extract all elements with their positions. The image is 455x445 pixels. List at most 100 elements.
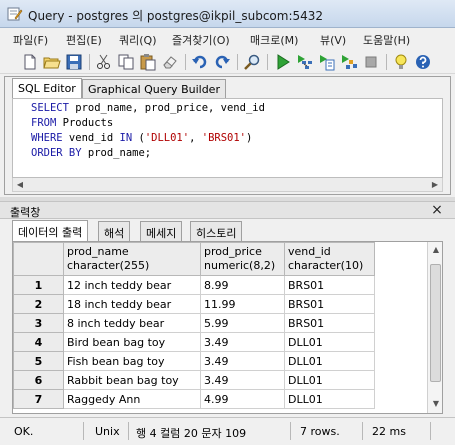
cancel-icon[interactable] bbox=[362, 53, 380, 71]
cell-prod-name[interactable]: Rabbit bean bag toy bbox=[63, 370, 201, 390]
cell-vend-id[interactable]: DLL01 bbox=[284, 351, 375, 371]
row-number[interactable]: 3 bbox=[13, 313, 64, 333]
cell-prod-price[interactable]: 4.99 bbox=[200, 389, 285, 409]
row-number[interactable]: 5 bbox=[13, 351, 64, 371]
menu-query[interactable]: 쿼리(Q) bbox=[119, 32, 156, 48]
close-icon[interactable]: × bbox=[429, 202, 445, 218]
tab-history[interactable]: 히스토리 bbox=[190, 221, 243, 241]
table-row[interactable]: 7 Raggedy Ann 4.99 DLL01 bbox=[13, 389, 375, 409]
cell-vend-id[interactable]: BRS01 bbox=[284, 313, 375, 333]
table-row[interactable]: 5 Fish bean bag toy 3.49 DLL01 bbox=[13, 351, 375, 371]
table-row[interactable]: 4 Bird bean bag toy 3.49 DLL01 bbox=[13, 332, 375, 352]
scrollbar-thumb[interactable] bbox=[430, 264, 441, 382]
window-title: Query - postgres 의 postgres@ikpil_subcom… bbox=[28, 9, 324, 23]
open-folder-icon[interactable] bbox=[43, 53, 61, 71]
execute-icon[interactable] bbox=[274, 53, 292, 71]
help-icon[interactable] bbox=[414, 53, 432, 71]
row-number[interactable]: 1 bbox=[13, 275, 64, 295]
tab-data-output[interactable]: 데이터의 출력 bbox=[12, 220, 89, 241]
sql-text: ( bbox=[132, 132, 145, 144]
scroll-left-icon[interactable]: ◀ bbox=[14, 179, 26, 190]
grid-vertical-scrollbar[interactable]: ▲ ▼ bbox=[427, 242, 442, 413]
row-number[interactable]: 7 bbox=[13, 389, 64, 409]
column-header-prod-price[interactable]: prod_price numeric(8,2) bbox=[200, 242, 285, 276]
scroll-up-icon[interactable]: ▲ bbox=[430, 244, 442, 256]
status-divider bbox=[362, 422, 363, 440]
title-bar: Query - postgres 의 postgres@ikpil_subcom… bbox=[0, 0, 455, 28]
cell-prod-price[interactable]: 3.49 bbox=[200, 370, 285, 390]
row-number[interactable]: 6 bbox=[13, 370, 64, 390]
cell-prod-price[interactable]: 8.99 bbox=[200, 275, 285, 295]
menu-favourites[interactable]: 즐겨찾기(O) bbox=[172, 32, 230, 48]
sql-keyword: FROM bbox=[31, 117, 57, 129]
cell-prod-price[interactable]: 11.99 bbox=[200, 294, 285, 314]
cell-vend-id[interactable]: DLL01 bbox=[284, 370, 375, 390]
row-number[interactable]: 4 bbox=[13, 332, 64, 352]
cell-vend-id[interactable]: BRS01 bbox=[284, 275, 375, 295]
cell-vend-id[interactable]: DLL01 bbox=[284, 332, 375, 352]
editor-horizontal-scrollbar[interactable]: ◀ ▶ bbox=[12, 178, 443, 192]
code-line-3: WHERE vend_id IN ('DLL01', 'BRS01') bbox=[31, 131, 442, 146]
column-header-prod-name[interactable]: prod_name character(255) bbox=[63, 242, 201, 276]
cell-prod-name[interactable]: 8 inch teddy bear bbox=[63, 313, 201, 333]
execute-to-file-icon[interactable] bbox=[318, 53, 336, 71]
menu-view[interactable]: 뷰(V) bbox=[320, 32, 346, 48]
column-header-vend-id[interactable]: vend_id character(10) bbox=[284, 242, 375, 276]
copy-icon[interactable] bbox=[117, 53, 135, 71]
status-divider bbox=[290, 422, 291, 440]
menu-help[interactable]: 도움말(H) bbox=[363, 32, 410, 48]
tab-sql-editor[interactable]: SQL Editor bbox=[12, 78, 82, 99]
table-row[interactable]: 1 12 inch teddy bear 8.99 BRS01 bbox=[13, 275, 375, 295]
table-row[interactable]: 6 Rabbit bean bag toy 3.49 DLL01 bbox=[13, 370, 375, 390]
tab-graphical-query-builder[interactable]: Graphical Query Builder bbox=[82, 79, 226, 99]
toolbar-separator bbox=[185, 54, 186, 70]
scroll-right-icon[interactable]: ▶ bbox=[429, 179, 441, 190]
status-divider bbox=[128, 422, 129, 440]
column-name: vend_id bbox=[288, 245, 331, 258]
table-row[interactable]: 2 18 inch teddy bear 11.99 BRS01 bbox=[13, 294, 375, 314]
row-number[interactable]: 2 bbox=[13, 294, 64, 314]
cell-prod-price[interactable]: 3.49 bbox=[200, 332, 285, 352]
sql-text: prod_name; bbox=[81, 147, 152, 159]
explain-analyze-icon[interactable] bbox=[340, 53, 358, 71]
undo-icon[interactable] bbox=[191, 53, 209, 71]
menu-edit[interactable]: 편집(E) bbox=[66, 32, 102, 48]
table-header-row: prod_name character(255) prod_price numeri… bbox=[13, 242, 375, 276]
cell-prod-name[interactable]: Raggedy Ann bbox=[63, 389, 201, 409]
sql-keyword: ORDER BY bbox=[31, 147, 82, 159]
sql-keyword: SELECT bbox=[31, 102, 69, 114]
hint-icon[interactable] bbox=[392, 53, 410, 71]
cell-vend-id[interactable]: DLL01 bbox=[284, 389, 375, 409]
sql-text: , bbox=[189, 132, 202, 144]
cell-prod-name[interactable]: 18 inch teddy bear bbox=[63, 294, 201, 314]
row-number-header[interactable] bbox=[13, 242, 64, 276]
result-table: prod_name character(255) prod_price numeri… bbox=[13, 242, 375, 409]
sql-keyword: WHERE bbox=[31, 132, 63, 144]
column-type: character(255) bbox=[67, 259, 150, 272]
eraser-icon[interactable] bbox=[161, 53, 179, 71]
cell-prod-name[interactable]: Bird bean bag toy bbox=[63, 332, 201, 352]
cell-prod-name[interactable]: Fish bean bag toy bbox=[63, 351, 201, 371]
cell-prod-name[interactable]: 12 inch teddy bear bbox=[63, 275, 201, 295]
redo-icon[interactable] bbox=[213, 53, 231, 71]
menu-macros[interactable]: 매크로(M) bbox=[250, 32, 298, 48]
find-icon[interactable] bbox=[243, 53, 261, 71]
status-bar: OK. Unix 행 4 컬럼 20 문자 109 7 rows. 22 ms bbox=[0, 417, 455, 445]
cell-prod-price[interactable]: 5.99 bbox=[200, 313, 285, 333]
tab-messages[interactable]: 메세지 bbox=[140, 221, 183, 241]
sql-text: prod_name, prod_price, vend_id bbox=[68, 102, 265, 114]
menu-file[interactable]: 파일(F) bbox=[13, 32, 48, 48]
table-row[interactable]: 3 8 inch teddy bear 5.99 BRS01 bbox=[13, 313, 375, 333]
pgadmin-query-icon bbox=[7, 6, 23, 22]
status-cursor-position: 행 4 컬럼 20 문자 109 bbox=[136, 427, 247, 440]
sql-code-editor[interactable]: SELECT prod_name, prod_price, vend_id FR… bbox=[12, 98, 443, 178]
tab-explain[interactable]: 해석 bbox=[98, 221, 131, 241]
cell-prod-price[interactable]: 3.49 bbox=[200, 351, 285, 371]
new-file-icon[interactable] bbox=[21, 53, 39, 71]
save-icon[interactable] bbox=[65, 53, 83, 71]
scroll-down-icon[interactable]: ▼ bbox=[430, 398, 442, 410]
paste-icon[interactable] bbox=[139, 53, 157, 71]
cut-icon[interactable] bbox=[95, 53, 113, 71]
explain-icon[interactable] bbox=[296, 53, 314, 71]
cell-vend-id[interactable]: BRS01 bbox=[284, 294, 375, 314]
